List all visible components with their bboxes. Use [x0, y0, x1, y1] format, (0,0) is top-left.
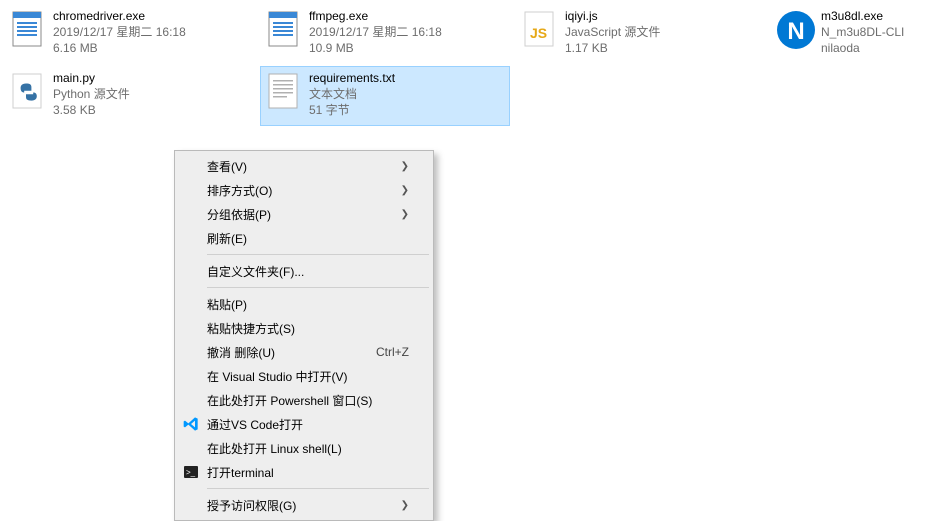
- file-name: chromedriver.exe: [53, 8, 186, 24]
- menu-label: 通过VS Code打开: [207, 416, 303, 433]
- menu-group[interactable]: 分组依据(P) ❯: [177, 202, 431, 226]
- menu-label: 查看(V): [207, 158, 247, 175]
- file-item[interactable]: JS iqiyi.jsJavaScript 源文件1.17 KB: [516, 4, 766, 64]
- file-meta-2: 3.58 KB: [53, 102, 130, 118]
- menu-refresh[interactable]: 刷新(E): [177, 226, 431, 250]
- file-name: iqiyi.js: [565, 8, 660, 24]
- menu-label: 粘贴(P): [207, 296, 247, 313]
- svg-text:N: N: [787, 18, 804, 45]
- menu-label: 在此处打开 Linux shell(L): [207, 440, 342, 457]
- menu-open-terminal[interactable]: >_ 打开terminal: [177, 460, 431, 484]
- chevron-right-icon: ❯: [401, 185, 409, 196]
- file-meta-1: Python 源文件: [53, 86, 130, 102]
- file-meta-1: 文本文档: [309, 86, 395, 102]
- menu-label: 刷新(E): [207, 230, 247, 247]
- menu-paste-shortcut[interactable]: 粘贴快捷方式(S): [177, 316, 431, 340]
- file-item[interactable]: main.pyPython 源文件3.58 KB: [4, 66, 254, 126]
- file-meta-1: 2019/12/17 星期二 16:18: [309, 24, 442, 40]
- file-meta-2: 10.9 MB: [309, 40, 442, 56]
- shortcut-label: Ctrl+Z: [376, 345, 409, 359]
- menu-open-powershell[interactable]: 在此处打开 Powershell 窗口(S): [177, 388, 431, 412]
- file-icon: [263, 7, 305, 53]
- menu-separator: [207, 254, 429, 255]
- svg-text:JS: JS: [530, 25, 547, 41]
- file-meta-2: 6.16 MB: [53, 40, 186, 56]
- menu-label: 撤消 删除(U): [207, 344, 275, 361]
- context-menu: 查看(V) ❯ 排序方式(O) ❯ 分组依据(P) ❯ 刷新(E) 自定义文件夹(F)…: [174, 150, 434, 521]
- file-meta-1: 2019/12/17 星期二 16:18: [53, 24, 186, 40]
- menu-label: 粘贴快捷方式(S): [207, 320, 295, 337]
- file-text: ffmpeg.exe2019/12/17 星期二 16:1810.9 MB: [309, 7, 442, 56]
- menu-label: 在 Visual Studio 中打开(V): [207, 368, 348, 385]
- file-item[interactable]: chromedriver.exe2019/12/17 星期二 16:186.16…: [4, 4, 254, 64]
- file-icon: [263, 69, 305, 115]
- file-text: m3u8dl.exeN_m3u8DL-CLInilaoda: [821, 7, 904, 56]
- menu-label: 打开terminal: [207, 464, 274, 481]
- file-icon: [7, 7, 49, 53]
- menu-give-access[interactable]: 授予访问权限(G)❯: [177, 493, 431, 517]
- file-item[interactable]: requirements.txt文本文档51 字节: [260, 66, 510, 126]
- file-name: m3u8dl.exe: [821, 8, 904, 24]
- chevron-right-icon: ❯: [401, 209, 409, 220]
- menu-paste[interactable]: 粘贴(P): [177, 292, 431, 316]
- menu-separator: [207, 287, 429, 288]
- file-text: main.pyPython 源文件3.58 KB: [53, 69, 130, 118]
- file-meta-1: JavaScript 源文件: [565, 24, 660, 40]
- chevron-right-icon: ❯: [401, 161, 409, 172]
- file-name: main.py: [53, 70, 130, 86]
- file-item[interactable]: ffmpeg.exe2019/12/17 星期二 16:1810.9 MB: [260, 4, 510, 64]
- file-name: ffmpeg.exe: [309, 8, 442, 24]
- file-name: requirements.txt: [309, 70, 395, 86]
- file-icon: N: [775, 7, 817, 53]
- menu-open-linux-shell[interactable]: 在此处打开 Linux shell(L): [177, 436, 431, 460]
- menu-label: 分组依据(P): [207, 206, 271, 223]
- file-icon: JS: [519, 7, 561, 53]
- file-item[interactable]: Nm3u8dl.exeN_m3u8DL-CLInilaoda: [772, 4, 927, 64]
- file-text: iqiyi.jsJavaScript 源文件1.17 KB: [565, 7, 660, 56]
- file-meta-2: nilaoda: [821, 40, 904, 56]
- terminal-icon: >_: [183, 464, 199, 480]
- menu-open-visual-studio[interactable]: 在 Visual Studio 中打开(V): [177, 364, 431, 388]
- svg-text:>_: >_: [186, 468, 196, 477]
- menu-separator: [207, 488, 429, 489]
- menu-open-vscode[interactable]: 通过VS Code打开: [177, 412, 431, 436]
- menu-label: 排序方式(O): [207, 182, 272, 199]
- menu-view[interactable]: 查看(V) ❯: [177, 154, 431, 178]
- file-text: chromedriver.exe2019/12/17 星期二 16:186.16…: [53, 7, 186, 56]
- file-icon: [7, 69, 49, 115]
- file-grid: chromedriver.exe2019/12/17 星期二 16:186.16…: [4, 4, 923, 126]
- file-meta-2: 51 字节: [309, 102, 395, 118]
- file-meta-1: N_m3u8DL-CLI: [821, 24, 904, 40]
- file-meta-2: 1.17 KB: [565, 40, 660, 56]
- menu-label: 授予访问权限(G): [207, 497, 296, 514]
- menu-label: 自定义文件夹(F)...: [207, 263, 304, 280]
- file-text: requirements.txt文本文档51 字节: [309, 69, 395, 118]
- menu-customize-folder[interactable]: 自定义文件夹(F)...: [177, 259, 431, 283]
- menu-sort[interactable]: 排序方式(O) ❯: [177, 178, 431, 202]
- menu-label: 在此处打开 Powershell 窗口(S): [207, 392, 372, 409]
- vscode-icon: [183, 416, 199, 432]
- menu-undo-delete[interactable]: 撤消 删除(U) Ctrl+Z: [177, 340, 431, 364]
